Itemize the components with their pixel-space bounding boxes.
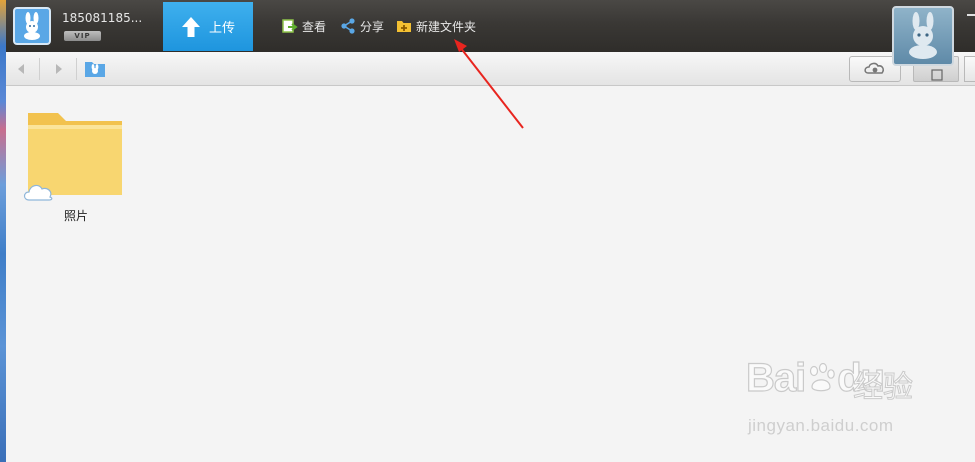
forward-button[interactable] xyxy=(52,61,66,77)
back-arrow-icon xyxy=(18,64,24,74)
watermark-brand-text: Bai xyxy=(745,355,806,400)
divider xyxy=(76,58,77,80)
top-bar: 185081185... VIP 上传 查看 分享 新建文件夹 xyxy=(6,0,975,52)
new-folder-button[interactable]: 新建文件夹 xyxy=(396,16,476,36)
app-window: 185081185... VIP 上传 查看 分享 新建文件夹 照片 Bai d… xyxy=(0,0,975,462)
paw-icon xyxy=(806,358,836,392)
cloud-icon xyxy=(23,184,53,201)
upload-arrow-icon xyxy=(181,16,200,37)
home-folder-icon[interactable] xyxy=(84,59,106,78)
share-icon xyxy=(341,18,355,34)
view-icon xyxy=(282,19,298,33)
watermark-url: jingyan.baidu.com xyxy=(748,416,894,435)
view-label: 查看 xyxy=(302,19,327,34)
new-folder-label: 新建文件夹 xyxy=(416,19,477,34)
avatar[interactable] xyxy=(13,7,51,45)
user-avatar-large[interactable] xyxy=(892,6,954,66)
new-folder-icon xyxy=(397,21,411,32)
navigation-bar xyxy=(6,52,975,86)
share-button[interactable]: 分享 xyxy=(340,16,384,36)
eye-icon xyxy=(864,62,884,74)
folder-item[interactable]: 照片 xyxy=(22,109,130,225)
vip-badge: VIP xyxy=(64,31,101,41)
view-button[interactable]: 查看 xyxy=(282,16,326,36)
upload-label: 上传 xyxy=(208,21,235,36)
rabbit-avatar-icon xyxy=(909,12,937,59)
rabbit-icon xyxy=(24,12,40,40)
divider xyxy=(39,58,40,80)
username[interactable]: 185081185... xyxy=(62,11,142,25)
watermark-product: 经验 xyxy=(853,370,914,406)
upload-button[interactable]: 上传 xyxy=(163,2,253,51)
watermark: Bai du 经验 jingyan.baidu.com xyxy=(745,355,946,436)
list-view-button[interactable] xyxy=(964,56,975,82)
folder-name: 照片 xyxy=(63,209,88,223)
forward-arrow-icon xyxy=(56,64,62,74)
back-button[interactable] xyxy=(14,61,28,77)
minimize-button[interactable] xyxy=(967,14,975,16)
share-label: 分享 xyxy=(360,19,385,34)
